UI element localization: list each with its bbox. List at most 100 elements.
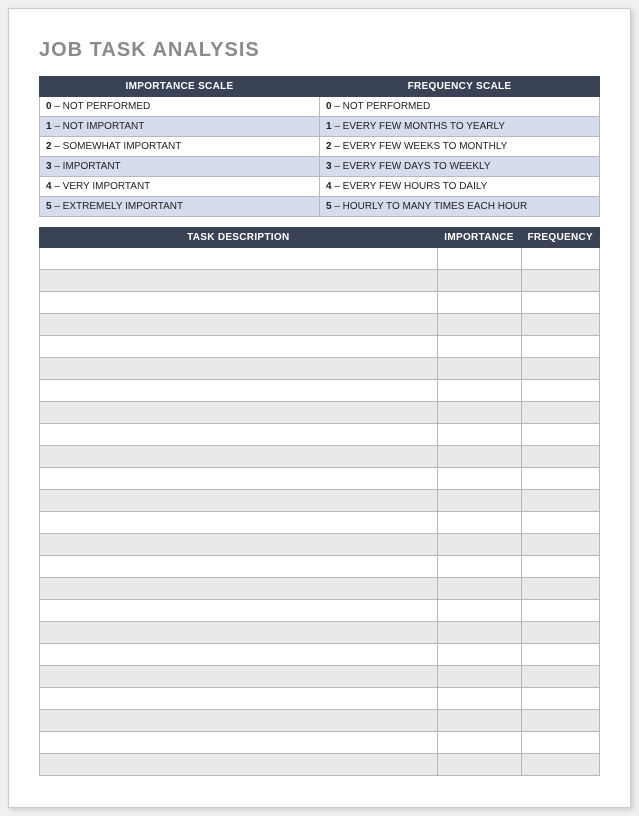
freq-label: – HOURLY TO MANY TIMES EACH HOUR bbox=[332, 201, 528, 212]
task-row bbox=[40, 622, 600, 644]
task-description-cell[interactable] bbox=[40, 468, 438, 490]
task-description-cell[interactable] bbox=[40, 314, 438, 336]
task-importance-cell[interactable] bbox=[437, 622, 521, 644]
task-description-cell[interactable] bbox=[40, 754, 438, 776]
task-frequency-cell[interactable] bbox=[521, 754, 600, 776]
task-importance-cell[interactable] bbox=[437, 754, 521, 776]
task-description-cell[interactable] bbox=[40, 710, 438, 732]
task-importance-cell[interactable] bbox=[437, 710, 521, 732]
task-row bbox=[40, 314, 600, 336]
task-frequency-cell[interactable] bbox=[521, 622, 600, 644]
task-importance-cell[interactable] bbox=[437, 270, 521, 292]
task-description-cell[interactable] bbox=[40, 358, 438, 380]
task-description-cell[interactable] bbox=[40, 732, 438, 754]
task-row bbox=[40, 446, 600, 468]
task-description-cell[interactable] bbox=[40, 512, 438, 534]
task-importance-cell[interactable] bbox=[437, 292, 521, 314]
task-description-cell[interactable] bbox=[40, 270, 438, 292]
task-importance-cell[interactable] bbox=[437, 666, 521, 688]
task-row bbox=[40, 424, 600, 446]
task-frequency-cell[interactable] bbox=[521, 402, 600, 424]
task-description-header: TASK DESCRIPTION bbox=[40, 228, 438, 248]
imp-label: – SOMEWHAT IMPORTANT bbox=[52, 141, 182, 152]
task-description-cell[interactable] bbox=[40, 248, 438, 270]
task-frequency-cell[interactable] bbox=[521, 732, 600, 754]
task-row bbox=[40, 468, 600, 490]
task-frequency-cell[interactable] bbox=[521, 446, 600, 468]
freq-label: – EVERY FEW DAYS TO WEEKLY bbox=[332, 161, 491, 172]
task-importance-cell[interactable] bbox=[437, 556, 521, 578]
task-importance-cell[interactable] bbox=[437, 248, 521, 270]
task-row bbox=[40, 490, 600, 512]
task-description-cell[interactable] bbox=[40, 578, 438, 600]
task-row bbox=[40, 666, 600, 688]
task-frequency-cell[interactable] bbox=[521, 468, 600, 490]
task-importance-cell[interactable] bbox=[437, 534, 521, 556]
task-description-cell[interactable] bbox=[40, 556, 438, 578]
task-frequency-cell[interactable] bbox=[521, 380, 600, 402]
task-frequency-cell[interactable] bbox=[521, 314, 600, 336]
task-row bbox=[40, 292, 600, 314]
task-row bbox=[40, 270, 600, 292]
task-importance-cell[interactable] bbox=[437, 446, 521, 468]
task-frequency-cell[interactable] bbox=[521, 424, 600, 446]
task-description-cell[interactable] bbox=[40, 402, 438, 424]
task-description-cell[interactable] bbox=[40, 490, 438, 512]
task-description-cell[interactable] bbox=[40, 534, 438, 556]
task-description-cell[interactable] bbox=[40, 380, 438, 402]
task-description-cell[interactable] bbox=[40, 600, 438, 622]
task-description-cell[interactable] bbox=[40, 336, 438, 358]
task-description-cell[interactable] bbox=[40, 622, 438, 644]
task-row bbox=[40, 578, 600, 600]
task-row bbox=[40, 402, 600, 424]
task-row bbox=[40, 644, 600, 666]
task-importance-cell[interactable] bbox=[437, 688, 521, 710]
task-frequency-cell[interactable] bbox=[521, 666, 600, 688]
page-title: JOB TASK ANALYSIS bbox=[39, 39, 600, 62]
task-frequency-cell[interactable] bbox=[521, 336, 600, 358]
task-row bbox=[40, 512, 600, 534]
task-frequency-cell[interactable] bbox=[521, 270, 600, 292]
task-frequency-cell[interactable] bbox=[521, 248, 600, 270]
task-frequency-cell[interactable] bbox=[521, 358, 600, 380]
freq-label: – EVERY FEW HOURS TO DAILY bbox=[332, 181, 488, 192]
task-row bbox=[40, 556, 600, 578]
task-frequency-cell[interactable] bbox=[521, 644, 600, 666]
task-importance-cell[interactable] bbox=[437, 424, 521, 446]
task-importance-cell[interactable] bbox=[437, 468, 521, 490]
task-frequency-cell[interactable] bbox=[521, 600, 600, 622]
task-frequency-cell[interactable] bbox=[521, 490, 600, 512]
task-table: TASK DESCRIPTION IMPORTANCE FREQUENCY bbox=[39, 227, 600, 776]
task-importance-cell[interactable] bbox=[437, 490, 521, 512]
imp-label: – NOT IMPORTANT bbox=[52, 121, 145, 132]
task-description-cell[interactable] bbox=[40, 446, 438, 468]
task-description-cell[interactable] bbox=[40, 644, 438, 666]
task-frequency-cell[interactable] bbox=[521, 512, 600, 534]
task-importance-cell[interactable] bbox=[437, 512, 521, 534]
task-row bbox=[40, 534, 600, 556]
task-frequency-cell[interactable] bbox=[521, 556, 600, 578]
task-frequency-cell[interactable] bbox=[521, 292, 600, 314]
task-description-cell[interactable] bbox=[40, 292, 438, 314]
scale-row: 2 – SOMEWHAT IMPORTANT 2 – EVERY FEW WEE… bbox=[40, 137, 600, 157]
task-frequency-cell[interactable] bbox=[521, 534, 600, 556]
task-row bbox=[40, 358, 600, 380]
task-description-cell[interactable] bbox=[40, 688, 438, 710]
task-importance-cell[interactable] bbox=[437, 732, 521, 754]
task-importance-cell[interactable] bbox=[437, 402, 521, 424]
task-importance-cell[interactable] bbox=[437, 314, 521, 336]
task-frequency-cell[interactable] bbox=[521, 578, 600, 600]
task-importance-cell[interactable] bbox=[437, 644, 521, 666]
task-importance-cell[interactable] bbox=[437, 578, 521, 600]
task-frequency-cell[interactable] bbox=[521, 710, 600, 732]
task-description-cell[interactable] bbox=[40, 424, 438, 446]
task-importance-cell[interactable] bbox=[437, 380, 521, 402]
task-importance-cell[interactable] bbox=[437, 600, 521, 622]
imp-label: – VERY IMPORTANT bbox=[52, 181, 151, 192]
task-description-cell[interactable] bbox=[40, 666, 438, 688]
task-importance-cell[interactable] bbox=[437, 358, 521, 380]
task-frequency-cell[interactable] bbox=[521, 688, 600, 710]
task-importance-cell[interactable] bbox=[437, 336, 521, 358]
scale-row: 5 – EXTREMELY IMPORTANT 5 – HOURLY TO MA… bbox=[40, 197, 600, 217]
scale-row: 3 – IMPORTANT 3 – EVERY FEW DAYS TO WEEK… bbox=[40, 157, 600, 177]
